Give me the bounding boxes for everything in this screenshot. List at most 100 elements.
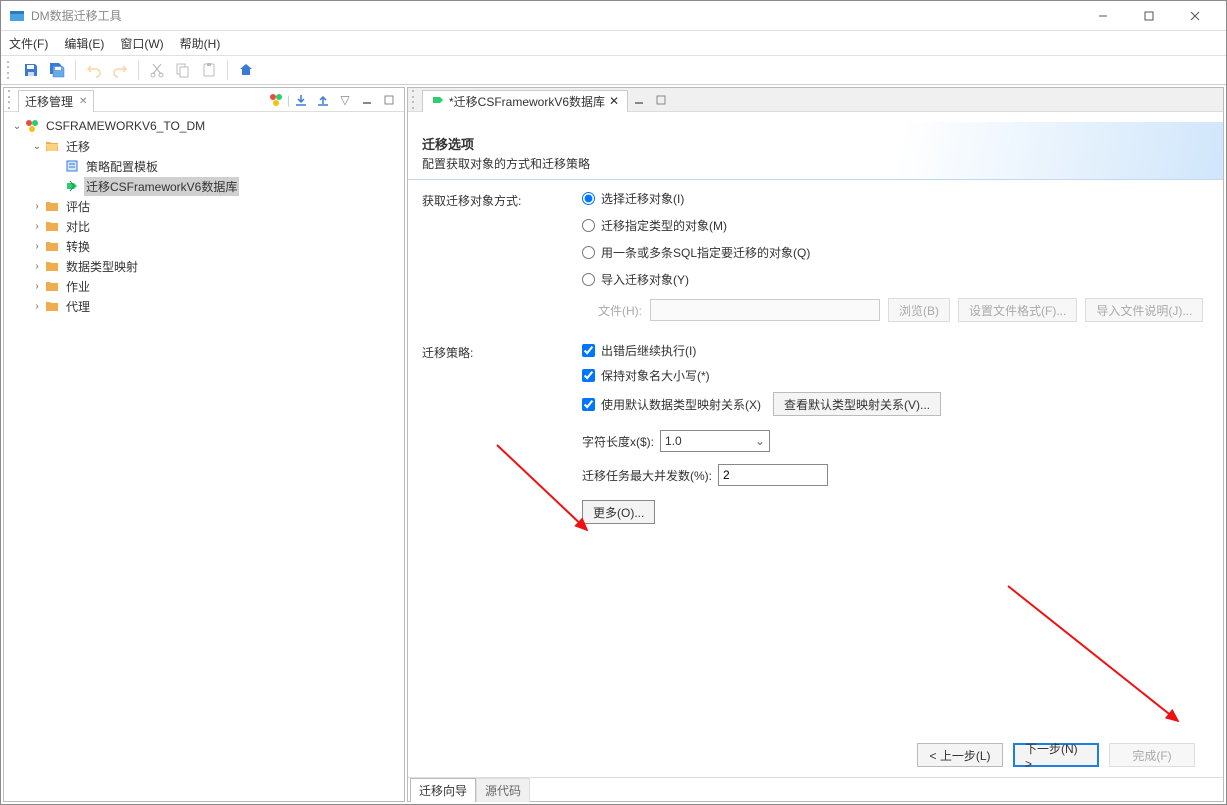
checkbox-input[interactable] [582,398,595,411]
cluster-icon[interactable] [267,91,285,109]
tree-label: 代理 [64,297,92,316]
import-desc-button: 导入文件说明(J)... [1085,298,1203,322]
cut-icon[interactable] [145,58,169,82]
tree-label: 评估 [64,197,92,216]
titlebar: DM数据迁移工具 [1,1,1226,31]
tree-proxy[interactable]: › 代理 [4,296,404,316]
app-window: DM数据迁移工具 文件(F) 编辑(E) 窗口(W) 帮助(H) [0,0,1227,805]
charlen-select[interactable]: 1.0⌄ [660,430,770,452]
menu-edit[interactable]: 编辑(E) [64,35,104,52]
paste-icon[interactable] [197,58,221,82]
wizard-content: 迁移选项 配置获取对象的方式和迁移策略 获取迁移对象方式: 选择迁移对象(I) … [408,112,1223,801]
panel-handle [412,89,418,111]
left-panel-header: 迁移管理 ✕ | ▽ [4,88,404,112]
check-label: 出错后继续执行(I) [601,342,696,359]
tree-label: 转换 [64,237,92,256]
check-keep-case[interactable]: 保持对象名大小写(*) [582,367,941,384]
radio-input[interactable] [582,246,595,259]
form-area: 获取迁移对象方式: 选择迁移对象(I) 迁移指定类型的对象(M) 用一条或多条S… [422,190,1209,733]
tree-compare[interactable]: › 对比 [4,216,404,236]
tree-convert[interactable]: › 转换 [4,236,404,256]
radio-by-type[interactable]: 迁移指定类型的对象(M) [582,217,1203,234]
tree-root[interactable]: ⌄ CSFRAMEWORKV6_TO_DM [4,116,404,136]
migrate-icon [431,93,445,110]
maximize-panel-icon[interactable] [652,91,670,109]
editor-tab[interactable]: *迁移CSFrameworkV6数据库 ✕ [422,90,628,112]
maximize-panel-icon[interactable] [380,91,398,109]
prev-button[interactable]: < 上一步(L) [917,743,1003,767]
folder-icon [44,278,60,294]
checkbox-input[interactable] [582,344,595,357]
radio-input[interactable] [582,192,595,205]
file-input [650,299,880,321]
tree-job[interactable]: › 作业 [4,276,404,296]
project-tree[interactable]: ⌄ CSFRAMEWORKV6_TO_DM ⌄ 迁移 策略配置模板 迁移CSFr… [4,112,404,801]
check-continue-on-error[interactable]: 出错后继续执行(I) [582,342,941,359]
footer-tabs: 迁移向导 源代码 [408,777,1223,801]
concurrency-input[interactable] [718,464,828,486]
save-icon[interactable] [19,58,43,82]
tab-label: 迁移管理 [25,93,73,110]
menu-help[interactable]: 帮助(H) [180,35,221,52]
menu-window[interactable]: 窗口(W) [120,35,163,52]
select-value: 1.0 [665,434,682,448]
wizard-nav: < 上一步(L) 下一步(N) > 完成(F) [422,733,1209,777]
file-row: 文件(H): 浏览(B) 设置文件格式(F)... 导入文件说明(J)... [582,298,1203,322]
radio-input[interactable] [582,219,595,232]
page-title: 迁移选项 [422,134,1209,153]
tab-wizard[interactable]: 迁移向导 [410,778,476,802]
check-default-typemap[interactable]: 使用默认数据类型映射关系(X) [582,396,761,413]
radio-by-sql[interactable]: 用一条或多条SQL指定要迁移的对象(Q) [582,244,1203,261]
checkbox-input[interactable] [582,369,595,382]
minimize-panel-icon[interactable] [358,91,376,109]
radio-select-objects[interactable]: 选择迁移对象(I) [582,190,1203,207]
page-subtitle: 配置获取对象的方式和迁移策略 [422,155,1209,172]
menubar: 文件(F) 编辑(E) 窗口(W) 帮助(H) [1,31,1226,55]
export-icon[interactable] [314,91,332,109]
wizard-header: 迁移选项 配置获取对象的方式和迁移策略 [408,122,1223,180]
folder-icon [44,258,60,274]
menu-file[interactable]: 文件(F) [9,35,48,52]
tree-evaluate[interactable]: › 评估 [4,196,404,216]
undo-icon[interactable] [82,58,106,82]
close-icon[interactable]: ✕ [609,94,619,108]
view-menu-icon[interactable]: ▽ [336,91,354,109]
mode-radio-group: 选择迁移对象(I) 迁移指定类型的对象(M) 用一条或多条SQL指定要迁移的对象… [582,190,1203,288]
close-button[interactable] [1172,1,1218,31]
workspace: 迁移管理 ✕ | ▽ ⌄ CSFRAMEWORKV6_TO_DM [1,85,1226,804]
minimize-panel-icon[interactable] [630,91,648,109]
folder-icon [44,218,60,234]
tab-source[interactable]: 源代码 [476,778,530,802]
radio-input[interactable] [582,273,595,286]
minimize-button[interactable] [1080,1,1126,31]
home-icon[interactable] [234,58,258,82]
radio-import[interactable]: 导入迁移对象(Y) [582,271,1203,288]
radio-label: 选择迁移对象(I) [601,190,684,207]
app-icon [9,8,25,24]
close-icon[interactable]: ✕ [79,96,87,107]
next-button[interactable]: 下一步(N) > [1013,743,1099,767]
save-all-icon[interactable] [45,58,69,82]
tree-typemap[interactable]: › 数据类型映射 [4,256,404,276]
copy-icon[interactable] [171,58,195,82]
tree-migrate[interactable]: ⌄ 迁移 [4,136,404,156]
redo-icon[interactable] [108,58,132,82]
import-icon[interactable] [292,91,310,109]
mode-label: 获取迁移对象方式: [422,190,582,322]
toolbar-handle [7,59,13,81]
maximize-button[interactable] [1126,1,1172,31]
editor-tabbar: *迁移CSFrameworkV6数据库 ✕ [408,88,1223,112]
tree-migration-task[interactable]: 迁移CSFrameworkV6数据库 [4,176,404,196]
migration-manager-tab[interactable]: 迁移管理 ✕ [18,90,94,112]
radio-label: 导入迁移对象(Y) [601,271,689,288]
migrate-icon [64,178,80,194]
view-typemap-button[interactable]: 查看默认类型映射关系(V)... [773,392,941,416]
set-format-button: 设置文件格式(F)... [958,298,1077,322]
mode-section: 获取迁移对象方式: 选择迁移对象(I) 迁移指定类型的对象(M) 用一条或多条S… [422,190,1209,322]
more-button[interactable]: 更多(O)... [582,500,655,524]
radio-label: 迁移指定类型的对象(M) [601,217,727,234]
tree-template[interactable]: 策略配置模板 [4,156,404,176]
tree-label: 策略配置模板 [84,157,160,176]
tree-label: 对比 [64,217,92,236]
folder-icon [44,198,60,214]
